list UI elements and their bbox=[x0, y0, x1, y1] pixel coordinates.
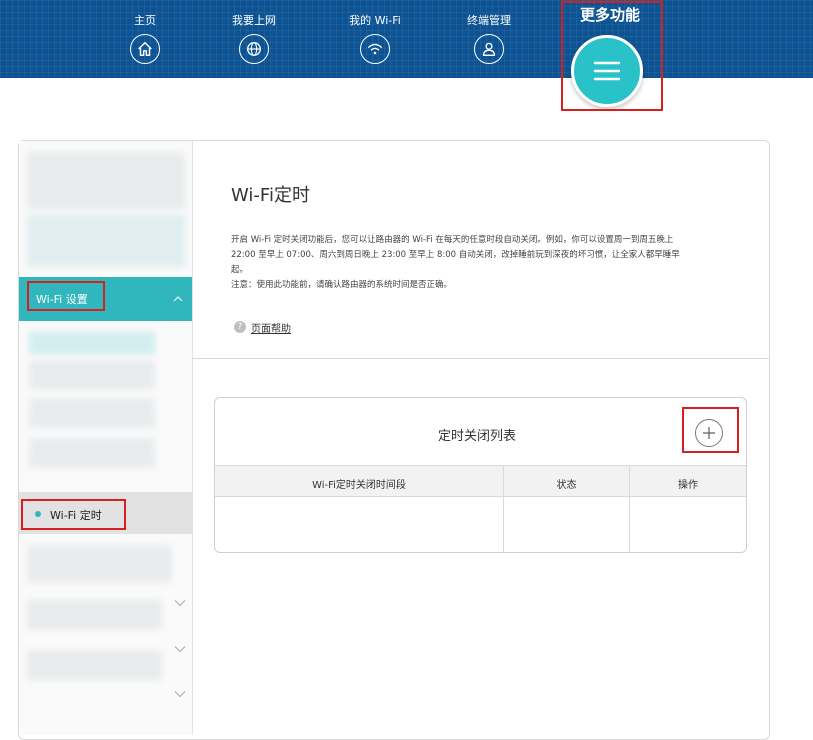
blurred-sidebar-item bbox=[27, 600, 162, 630]
home-icon bbox=[130, 34, 160, 64]
column-divider bbox=[503, 465, 504, 552]
blurred-sidebar-item bbox=[29, 438, 155, 468]
highlight-box-more bbox=[561, 1, 663, 111]
chevron-up-icon bbox=[173, 296, 183, 302]
chevron-down-icon[interactable] bbox=[174, 645, 186, 653]
column-header-time-period: Wi-Fi定时关闭时间段 bbox=[312, 480, 406, 491]
timer-list-title: 定时关闭列表 bbox=[438, 429, 517, 444]
blurred-sidebar-item bbox=[27, 650, 162, 680]
page-description: 开启 Wi-Fi 定时关闭功能后，您可以让路由器的 Wi-Fi 在每天的任意时段… bbox=[231, 233, 726, 293]
chevron-down-icon[interactable] bbox=[174, 690, 186, 698]
globe-icon bbox=[239, 34, 269, 64]
description-line: 开启 Wi-Fi 定时关闭功能后，您可以让路由器的 Wi-Fi 在每天的任意时段… bbox=[231, 235, 674, 245]
page-help-link[interactable]: 页面帮助 bbox=[251, 320, 291, 335]
blurred-sidebar-item bbox=[29, 398, 155, 428]
nav-item-home[interactable]: 主页 bbox=[100, 14, 190, 64]
nav-label: 我要上网 bbox=[232, 14, 276, 27]
blurred-sidebar-item bbox=[27, 545, 172, 583]
highlight-box-wifi-timer bbox=[21, 499, 126, 530]
column-header-actions: 操作 bbox=[678, 480, 698, 491]
chevron-down-icon[interactable] bbox=[174, 599, 186, 607]
description-line: 起。 bbox=[231, 265, 249, 275]
nav-item-devices[interactable]: 终端管理 bbox=[444, 14, 534, 64]
blurred-sidebar-item bbox=[29, 331, 155, 355]
user-icon bbox=[474, 34, 504, 64]
nav-label: 终端管理 bbox=[467, 14, 511, 27]
blurred-sidebar-item bbox=[29, 360, 155, 390]
description-line: 22:00 至早上 07:00、周六到周日晚上 23:00 至早上 8:00 自… bbox=[231, 250, 680, 260]
nav-label: 我的 Wi-Fi bbox=[349, 14, 401, 27]
column-divider bbox=[629, 465, 630, 552]
help-icon: ? bbox=[234, 321, 246, 333]
highlight-box-add bbox=[682, 407, 739, 453]
column-header-status: 状态 bbox=[556, 480, 577, 491]
nav-item-my-wifi[interactable]: 我的 Wi-Fi bbox=[330, 14, 420, 64]
highlight-box-wifi-settings bbox=[27, 281, 105, 311]
wifi-icon bbox=[360, 34, 390, 64]
content-divider bbox=[192, 358, 769, 359]
description-line: 注意：使用此功能前，请确认路由器的系统时间是否正确。 bbox=[231, 280, 453, 290]
blurred-sidebar-item bbox=[27, 215, 185, 267]
nav-item-internet[interactable]: 我要上网 bbox=[209, 14, 299, 64]
page-title: Wi-Fi定时 bbox=[231, 185, 310, 206]
blurred-sidebar-item bbox=[27, 152, 185, 210]
nav-label: 主页 bbox=[134, 14, 156, 27]
